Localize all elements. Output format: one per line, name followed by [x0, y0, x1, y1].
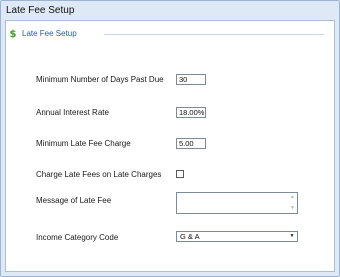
min-days-label: Minimum Number of Days Past Due — [36, 75, 164, 84]
interest-rate-input[interactable]: 18.00% — [176, 107, 206, 118]
section-title: Late Fee Setup — [22, 29, 77, 38]
income-category-select[interactable]: G & A ▼ — [176, 231, 298, 242]
section-divider — [104, 34, 324, 35]
income-category-value: G & A — [180, 232, 200, 241]
min-charge-input[interactable]: 5.00 — [176, 138, 206, 149]
charge-late-fees-checkbox[interactable] — [176, 170, 184, 178]
dollar-icon: $ — [9, 28, 17, 40]
scroll-down-icon[interactable]: ▼ — [289, 205, 296, 212]
income-category-label: Income Category Code — [36, 233, 119, 242]
section-header: $ Late Fee Setup — [9, 28, 77, 40]
min-days-input[interactable]: 30 — [176, 74, 206, 85]
min-charge-label: Minimum Late Fee Charge — [36, 139, 131, 148]
window-title: Late Fee Setup — [6, 5, 75, 16]
message-textarea[interactable]: ▲ ▼ — [176, 192, 298, 214]
message-label: Message of Late Fee — [36, 196, 112, 205]
chevron-down-icon[interactable]: ▼ — [288, 233, 296, 240]
charge-late-fees-label: Charge Late Fees on Late Charges — [36, 170, 162, 179]
scroll-up-icon[interactable]: ▲ — [289, 194, 296, 201]
interest-rate-label: Annual Interest Rate — [36, 108, 109, 117]
